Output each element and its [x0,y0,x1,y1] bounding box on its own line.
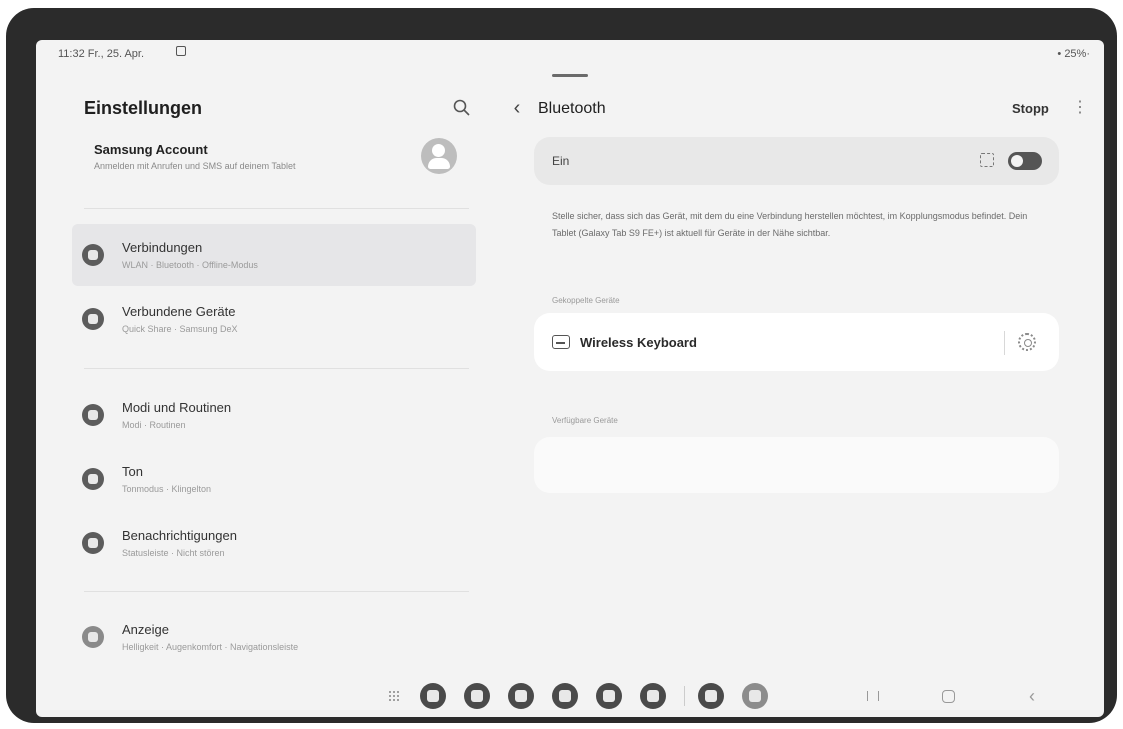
pane-drag-handle[interactable] [552,74,588,77]
available-devices-list [534,437,1059,493]
avatar[interactable] [421,138,457,174]
samsung-account-item[interactable]: Samsung Account Anmelden mit Anrufen und… [94,142,474,192]
available-devices-label: Verfügbare Geräte [552,416,618,425]
routines-icon [82,404,104,426]
keyboard-icon [552,335,570,349]
app-icon[interactable] [508,683,534,709]
app-icon[interactable] [742,683,768,709]
taskbar: ‹ [36,676,1104,716]
display-icon [82,626,104,648]
menu-item-subtitle: Statusleiste · Nicht stören [122,548,225,558]
more-options-icon[interactable]: ⋮ [1072,98,1088,118]
bluetooth-switch[interactable] [1008,152,1042,170]
device-name: Wireless Keyboard [580,335,697,350]
account-title: Samsung Account [94,142,208,157]
device-bezel: 11:32 Fr., 25. Apr. • 25%· Einstellungen… [6,8,1117,723]
app-icon[interactable] [552,683,578,709]
app-icon[interactable] [420,683,446,709]
search-icon[interactable] [452,98,472,118]
app-icon[interactable] [640,683,666,709]
status-time: 11:32 Fr., 25. Apr. [58,48,145,60]
app-icon[interactable] [596,683,622,709]
app-icon[interactable] [698,683,724,709]
divider [1004,331,1005,355]
back-button[interactable]: ‹ [506,96,528,120]
menu-item-label: Modi und Routinen [122,400,232,415]
app-icon[interactable] [464,683,490,709]
bluetooth-toggle-row[interactable]: Ein [534,137,1059,185]
battery-status: • 25%· [1057,48,1090,60]
menu-item-label: Benachrichtigungen [122,528,237,543]
menu-item-label: Ton [122,464,143,479]
menu-item-verbindungen[interactable]: Verbindungen WLAN · Bluetooth · Offline-… [72,224,476,286]
home-button[interactable] [938,686,958,706]
page-title: Bluetooth [538,100,606,117]
menu-item-subtitle: Modi · Routinen [122,420,186,430]
paired-device-item[interactable]: Wireless Keyboard [534,313,1059,371]
menu-item-anzeige[interactable]: Anzeige Helligkeit · Augenkomfort · Navi… [72,606,476,668]
recent-apps-button[interactable] [862,686,882,706]
divider [684,686,685,706]
menu-item-subtitle: WLAN · Bluetooth · Offline-Modus [122,260,258,270]
divider [84,208,469,209]
toggle-label: Ein [552,154,570,168]
menu-item-subtitle: Quick Share · Samsung DeX [122,324,238,334]
menu-item-subtitle: Helligkeit · Augenkomfort · Navigationsl… [122,642,299,652]
menu-item-label: Anzeige [122,622,169,637]
stop-scan-button[interactable]: Stopp [1012,101,1049,116]
wifi-icon [82,244,104,266]
account-subtitle: Anmelden mit Anrufen und SMS auf deinem … [94,161,296,171]
tablet-screen: 11:32 Fr., 25. Apr. • 25%· Einstellungen… [36,40,1104,717]
menu-item-verbundene-geraete[interactable]: Verbundene Geräte Quick Share · Samsung … [72,288,476,350]
settings-title: Einstellungen [84,98,203,118]
menu-item-ton[interactable]: Ton Tonmodus · Klingelton [72,448,476,510]
notifications-icon [82,532,104,554]
calendar-icon [176,46,186,56]
paired-devices-label: Gekoppelte Geräte [552,296,620,305]
gear-icon[interactable] [1018,333,1036,351]
scan-icon[interactable] [980,153,994,167]
divider [84,591,469,592]
menu-item-subtitle: Tonmodus · Klingelton [122,484,212,494]
devices-icon [82,308,104,330]
menu-item-benachrichtigungen[interactable]: Benachrichtigungen Statusleiste · Nicht … [72,512,476,574]
menu-item-modi-routinen[interactable]: Modi und Routinen Modi · Routinen [72,384,476,446]
info-text: Stelle sicher, dass sich das Gerät, mit … [552,211,1028,238]
app-drawer-icon[interactable] [388,690,400,702]
status-bar: 11:32 Fr., 25. Apr. • 25%· [36,40,1104,64]
back-nav-button[interactable]: ‹ [1022,686,1042,706]
divider [84,368,469,369]
menu-item-label: Verbundene Geräte [122,304,236,319]
sound-icon [82,468,104,490]
menu-item-label: Verbindungen [122,240,203,255]
